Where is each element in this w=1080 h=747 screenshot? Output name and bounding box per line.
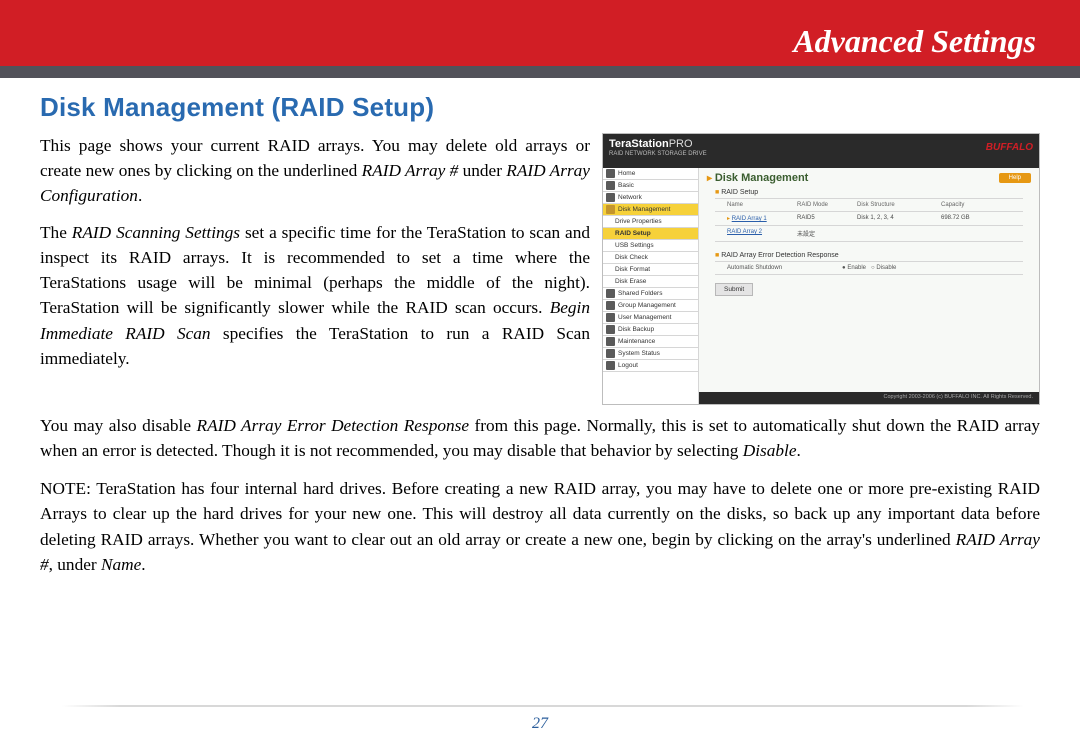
ss-raid-array-1-link[interactable]: RAID Array 1	[732, 216, 767, 222]
ss-nav-disk-format[interactable]: Disk Format	[603, 264, 698, 276]
ss-error-options: Automatic Shutdown ● Enable ○ Disable	[715, 261, 1023, 275]
ss-table-row-1: RAID Array 1 RAID5 Disk 1, 2, 3, 4 698.7…	[715, 212, 1023, 226]
page-number: 27	[0, 715, 1080, 733]
gear-icon	[606, 337, 615, 346]
ss-brand: BUFFALO	[986, 142, 1033, 153]
ss-nav-disk-erase[interactable]: Disk Erase	[603, 276, 698, 288]
network-icon	[606, 193, 615, 202]
paragraph-4: NOTE: TeraStation has four internal hard…	[40, 476, 1040, 578]
status-icon	[606, 349, 615, 358]
ss-nav-system-status[interactable]: System Status	[603, 348, 698, 360]
ss-nav-raid-setup[interactable]: RAID Setup	[603, 228, 698, 240]
section-heading: Disk Management (RAID Setup)	[40, 92, 1040, 123]
ss-sidebar: Home Basic Network Disk Management Drive…	[603, 168, 699, 404]
ss-nav-drive-properties[interactable]: Drive Properties	[603, 216, 698, 228]
ss-nav-user-management[interactable]: User Management	[603, 312, 698, 324]
ss-sect-raid-setup: RAID Setup	[699, 186, 1039, 198]
ss-nav-network[interactable]: Network	[603, 192, 698, 204]
ss-copyright: Copyright 2003-2006 (c) BUFFALO INC. All…	[699, 392, 1039, 404]
ss-submit-button[interactable]: Submit	[715, 283, 753, 296]
ss-nav-usb-settings[interactable]: USB Settings	[603, 240, 698, 252]
ss-nav-logout[interactable]: Logout	[603, 360, 698, 372]
ss-nav-disk-check[interactable]: Disk Check	[603, 252, 698, 264]
group-icon	[606, 301, 615, 310]
ss-nav-disk-management[interactable]: Disk Management	[603, 204, 698, 216]
ss-header: TeraStationPRO RAID NETWORK STORAGE DRIV…	[603, 134, 1039, 168]
ss-help-button[interactable]: Help	[999, 173, 1031, 183]
ss-nav-basic[interactable]: Basic	[603, 180, 698, 192]
ss-nav-disk-backup[interactable]: Disk Backup	[603, 324, 698, 336]
banner-title: Advanced Settings	[793, 23, 1036, 60]
logout-icon	[606, 361, 615, 370]
ss-table-row-2: RAID Array 2 未設定	[715, 226, 1023, 242]
ss-raid-array-2-link[interactable]: RAID Array 2	[727, 229, 762, 235]
ss-table-header: Name RAID Mode Disk Structure Capacity	[715, 199, 1023, 212]
home-icon	[606, 169, 615, 178]
footer-divider	[62, 705, 1024, 707]
ss-nav-shared-folders[interactable]: Shared Folders	[603, 288, 698, 300]
disk-icon	[606, 205, 615, 214]
backup-icon	[606, 325, 615, 334]
ss-main-panel: Disk Management Help RAID Setup Name RAI…	[699, 168, 1039, 404]
screenshot-figure: TeraStationPRO RAID NETWORK STORAGE DRIV…	[602, 133, 1040, 405]
ss-main-title: Disk Management	[707, 172, 808, 184]
header-subbar	[0, 66, 1080, 78]
folder-icon	[606, 289, 615, 298]
ss-nav-home[interactable]: Home	[603, 168, 698, 180]
ss-nav-group-management[interactable]: Group Management	[603, 300, 698, 312]
ss-nav-maintenance[interactable]: Maintenance	[603, 336, 698, 348]
user-icon	[606, 313, 615, 322]
paragraph-3: You may also disable RAID Array Error De…	[40, 413, 1040, 464]
ss-sect-error-detection: RAID Array Error Detection Response	[699, 242, 1039, 261]
ss-product-name: TeraStationPRO	[609, 138, 693, 150]
basic-icon	[606, 181, 615, 190]
ss-raid-table: Name RAID Mode Disk Structure Capacity R…	[715, 198, 1023, 242]
header-banner: Advanced Settings	[0, 0, 1080, 66]
ss-product-sub: RAID NETWORK STORAGE DRIVE	[609, 151, 707, 157]
